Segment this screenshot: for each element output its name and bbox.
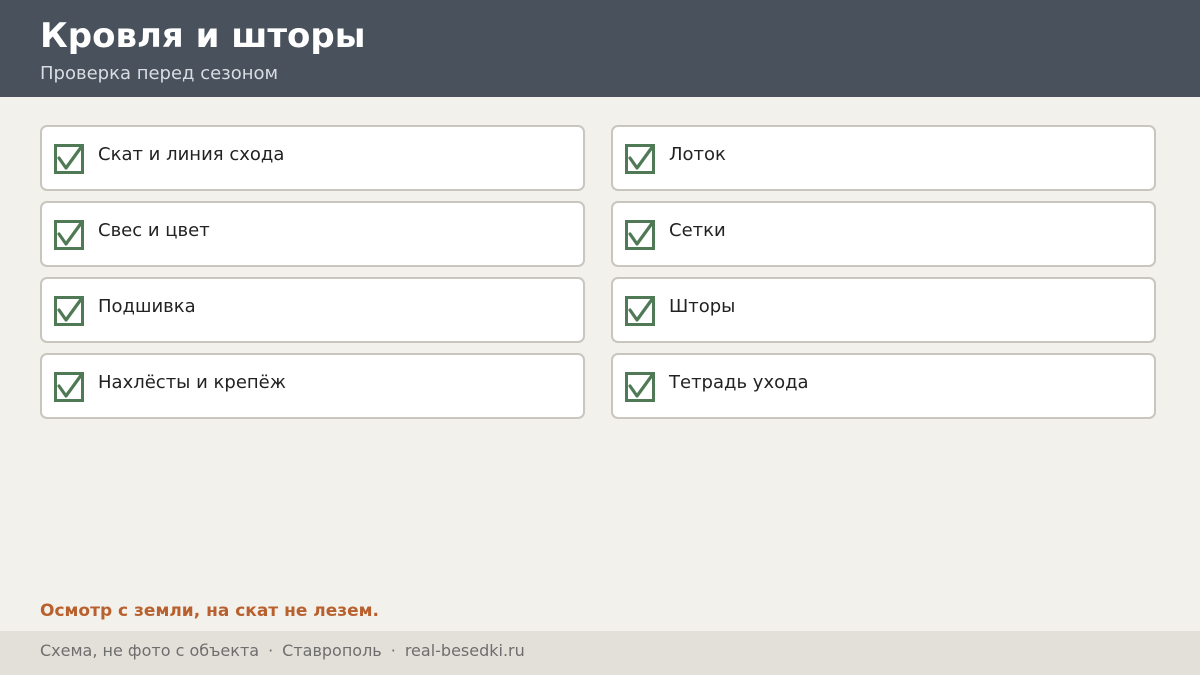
- footer-site-link[interactable]: real-besedki.ru: [405, 641, 525, 660]
- checklist-item-label: Лоток: [669, 144, 726, 165]
- checked-checkbox-icon[interactable]: [54, 220, 84, 250]
- footer-separator: ·: [268, 641, 274, 660]
- checklist-item-label: Подшивка: [98, 296, 196, 317]
- checklist-item-label: Сетки: [669, 220, 726, 241]
- checklist-item-label: Тетрадь ухода: [669, 372, 809, 393]
- checklist-item[interactable]: Шторы: [611, 277, 1156, 343]
- checklist-item[interactable]: Скат и линия схода: [40, 125, 585, 191]
- checklist-item-label: Нахлёсты и крепёж: [98, 372, 286, 393]
- checked-checkbox-icon[interactable]: [54, 372, 84, 402]
- page-footer: Схема, не фото с объекта · Ставрополь · real…: [0, 631, 1200, 675]
- checklist-item[interactable]: Сетки: [611, 201, 1156, 267]
- checked-checkbox-icon[interactable]: [625, 220, 655, 250]
- footer-separator: ·: [390, 641, 396, 660]
- footer-city: Ставрополь: [282, 641, 382, 660]
- checklist-item[interactable]: Подшивка: [40, 277, 585, 343]
- checked-checkbox-icon[interactable]: [54, 296, 84, 326]
- checklist-item[interactable]: Нахлёсты и крепёж: [40, 353, 585, 419]
- checked-checkbox-icon[interactable]: [625, 372, 655, 402]
- checklist-item[interactable]: Лоток: [611, 125, 1156, 191]
- checklist-item[interactable]: Свес и цвет: [40, 201, 585, 267]
- checked-checkbox-icon[interactable]: [54, 144, 84, 174]
- footer-note: Схема, не фото с объекта: [40, 641, 260, 660]
- footer-text: Схема, не фото с объекта · Ставрополь · real…: [40, 641, 525, 661]
- checklist-item-label: Шторы: [669, 296, 736, 317]
- safety-warning: Осмотр с земли, на скат не лезем.: [40, 601, 380, 621]
- checklist: Скат и линия схода Лоток Свес и цвет Сетки П…: [40, 125, 1156, 419]
- checked-checkbox-icon[interactable]: [625, 144, 655, 174]
- page-subtitle: Проверка перед сезоном: [40, 63, 279, 84]
- checklist-item[interactable]: Тетрадь ухода: [611, 353, 1156, 419]
- checklist-item-label: Скат и линия схода: [98, 144, 285, 165]
- page-header: Кровля и шторы Проверка перед сезоном: [0, 0, 1200, 97]
- checklist-item-label: Свес и цвет: [98, 220, 210, 241]
- page-title: Кровля и шторы: [40, 16, 366, 56]
- checked-checkbox-icon[interactable]: [625, 296, 655, 326]
